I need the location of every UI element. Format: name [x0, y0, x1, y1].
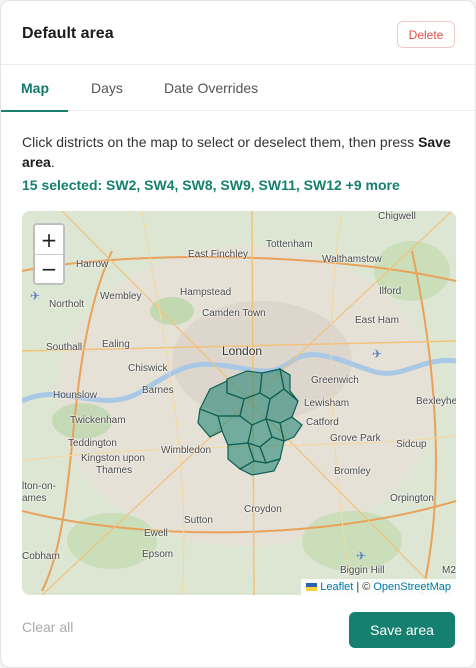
- place-label: Hounslow: [53, 390, 97, 401]
- place-label: Epsom: [142, 549, 174, 560]
- place-label: Ilford: [379, 286, 402, 297]
- tab-bar: Map Days Date Overrides: [1, 65, 475, 112]
- place-label: Camden Town: [202, 308, 266, 319]
- place-label: Orpington: [390, 493, 434, 504]
- attribution-separator: | ©: [356, 581, 371, 593]
- zoom-out-button[interactable]: −: [35, 254, 63, 283]
- place-label: Bromley: [334, 466, 371, 477]
- zoom-control: + −: [33, 223, 65, 285]
- place-label: Northolt: [49, 299, 85, 310]
- selection-summary: 15 selected: SW2, SW4, SW8, SW9, SW11, S…: [22, 177, 400, 193]
- tab-date-overrides[interactable]: Date Overrides: [164, 65, 258, 111]
- place-label: London: [222, 344, 263, 358]
- openstreetmap-link[interactable]: OpenStreetMap: [373, 581, 451, 593]
- place-label: Barnes: [142, 385, 174, 396]
- place-label: ames: [22, 493, 47, 504]
- place-label: Bexleyhe: [416, 396, 456, 407]
- place-label: Wimbledon: [161, 445, 212, 456]
- place-label: Teddington: [68, 438, 117, 449]
- place-label: lton-on-: [22, 481, 56, 492]
- place-label: Sutton: [184, 515, 213, 526]
- clear-all-button[interactable]: Clear all: [22, 619, 73, 635]
- leaflet-link[interactable]: Leaflet: [320, 581, 353, 593]
- district-map[interactable]: + − ✈ ✈ ✈ Chigwell Tottenham Walthamstow…: [22, 211, 456, 595]
- place-label: M2: [442, 565, 456, 576]
- place-label: Ewell: [144, 528, 168, 539]
- card-header: Default area Delete: [1, 1, 475, 65]
- airport-icon: ✈: [372, 347, 383, 361]
- place-label: Walthamstow: [322, 254, 382, 265]
- place-label: Sidcup: [396, 439, 427, 450]
- place-label: Kingston upon: [81, 453, 145, 464]
- place-label: Cobham: [22, 551, 60, 562]
- airport-icon: ✈: [30, 289, 41, 303]
- tab-map[interactable]: Map: [1, 65, 68, 112]
- place-label: Catford: [306, 417, 339, 428]
- map-attribution: Leaflet | © OpenStreetMap: [301, 579, 456, 595]
- zoom-in-button[interactable]: +: [35, 225, 63, 254]
- place-label: Harrow: [76, 259, 109, 270]
- place-label: Twickenham: [70, 415, 126, 426]
- place-label: Lewisham: [304, 398, 350, 409]
- area-editor-card: Default area Delete Map Days Date Overri…: [0, 0, 476, 668]
- place-label: Croydon: [244, 504, 282, 515]
- place-label: East Ham: [355, 315, 399, 326]
- place-label: Biggin Hill: [340, 565, 385, 576]
- instructions-text: Click districts on the map to select or …: [22, 132, 456, 172]
- place-label: Chigwell: [378, 211, 416, 222]
- place-label: Chiswick: [128, 363, 168, 374]
- place-label: Southall: [46, 342, 83, 353]
- place-label: Tottenham: [266, 239, 313, 250]
- instructions-lead: Click districts on the map to select or …: [22, 134, 419, 150]
- place-label: Thames: [96, 465, 133, 476]
- card-footer: Clear all Save area: [1, 611, 475, 651]
- place-label: East Finchley: [188, 249, 249, 260]
- place-label: Ealing: [102, 339, 130, 350]
- delete-button[interactable]: Delete: [397, 21, 455, 48]
- place-label: Wembley: [100, 291, 142, 302]
- save-area-button[interactable]: Save area: [349, 612, 455, 648]
- page-title: Default area: [22, 25, 114, 42]
- place-label: Hampstead: [180, 287, 232, 298]
- place-label: Grove Park: [330, 433, 381, 444]
- instructions-end: .: [50, 154, 55, 170]
- airport-icon: ✈: [356, 549, 367, 563]
- ukraine-flag-icon: [306, 583, 318, 591]
- tab-days[interactable]: Days: [91, 65, 123, 111]
- place-label: Greenwich: [311, 375, 359, 386]
